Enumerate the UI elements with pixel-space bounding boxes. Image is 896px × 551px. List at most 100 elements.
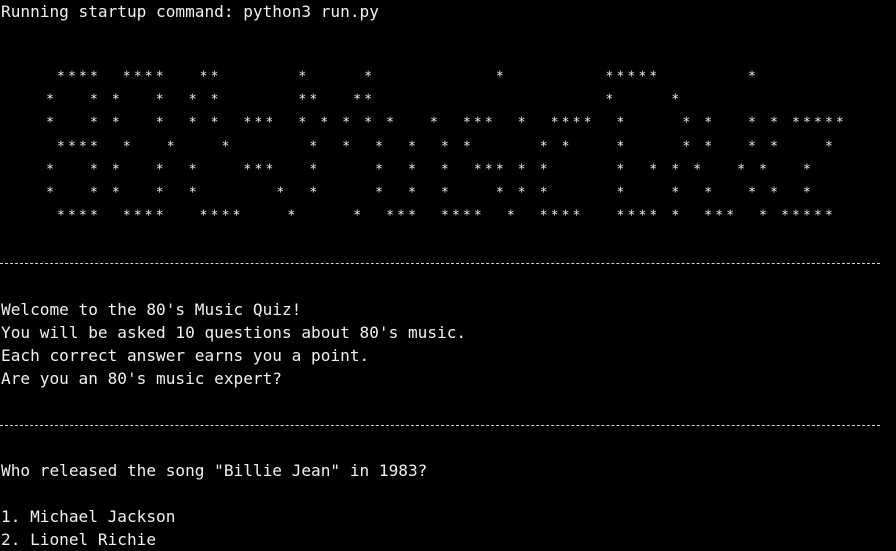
ascii-art-star: * xyxy=(824,208,833,224)
ascii-art-star: * xyxy=(265,115,274,131)
ascii-art-star: * xyxy=(462,208,471,224)
ascii-art-star: * xyxy=(254,162,263,178)
answer-option-1: 1. Michael Jackson xyxy=(1,507,176,526)
ascii-art-star: * xyxy=(671,162,680,178)
ascii-art-star: * xyxy=(89,208,98,224)
ascii-art-star: * xyxy=(375,162,384,178)
ascii-art-star: * xyxy=(440,208,449,224)
quiz-question: Who released the song "Billie Jean" in 1… xyxy=(1,461,428,480)
ascii-art-star: * xyxy=(243,115,252,131)
ascii-art-star: * xyxy=(440,185,449,201)
ascii-art-star: * xyxy=(693,162,702,178)
ascii-art-star: * xyxy=(803,208,811,224)
ascii-art-star: * xyxy=(484,115,493,131)
ascii-art-star: * xyxy=(298,69,307,85)
ascii-art-star: * xyxy=(813,208,822,224)
ascii-art-star: * xyxy=(188,92,197,108)
ascii-art-star: * xyxy=(309,92,318,108)
ascii-art-star: * xyxy=(715,208,724,224)
ascii-art-star: * xyxy=(638,69,647,85)
ascii-art-star: * xyxy=(243,162,252,178)
ascii-art-star: * xyxy=(111,92,120,108)
ascii-art-star: * xyxy=(287,208,296,224)
ascii-art-star: * xyxy=(550,115,559,131)
intro-line-expert: Are you an 80's music expert? xyxy=(1,369,282,388)
ascii-art-star: * xyxy=(671,208,680,224)
ascii-art-star: * xyxy=(781,208,789,224)
ascii-art-star: * xyxy=(188,162,197,178)
ascii-art-star: * xyxy=(561,208,570,224)
ascii-art-star: * xyxy=(616,208,625,224)
ascii-art-star: * xyxy=(813,115,822,131)
ascii-art-star: * xyxy=(408,208,416,224)
ascii-art-star: * xyxy=(199,69,208,85)
ascii-art-star: * xyxy=(704,115,713,131)
ascii-art-star: * xyxy=(342,139,351,155)
ascii-art-star: * xyxy=(386,208,394,224)
ascii-art-star: * xyxy=(144,208,153,224)
ascii-art-star: * xyxy=(539,139,548,155)
ascii-art-star: * xyxy=(824,139,833,155)
ascii-art-star: * xyxy=(627,69,636,85)
ascii-art-star: * xyxy=(155,162,164,178)
ascii-art-star: * xyxy=(430,115,438,131)
ascii-art-star: * xyxy=(221,208,230,224)
ascii-art-star: * xyxy=(649,69,658,85)
ascii-art-star: * xyxy=(835,115,844,131)
ascii-art-star: * xyxy=(309,162,318,178)
ascii-art-star: * xyxy=(89,162,98,178)
ascii-art-star: * xyxy=(46,115,54,131)
ascii-art-star: * xyxy=(122,139,131,155)
ascii-art-star: * xyxy=(473,208,482,224)
ascii-art-star: * xyxy=(484,162,493,178)
separator-line-bottom xyxy=(0,425,880,427)
ascii-art-star: * xyxy=(495,162,504,178)
ascii-art-star: * xyxy=(397,208,405,224)
ascii-art-star: * xyxy=(616,139,625,155)
ascii-art-star: * xyxy=(68,208,76,224)
ascii-art-star: * xyxy=(122,69,131,85)
ascii-art-star: * xyxy=(408,139,416,155)
ascii-art-star: * xyxy=(78,208,87,224)
ascii-art-star: * xyxy=(364,69,373,85)
ascii-art-star: * xyxy=(133,69,142,85)
ascii-art-star: * xyxy=(561,115,570,131)
ascii-art-star: * xyxy=(89,115,98,131)
ascii-art-star: * xyxy=(605,92,614,108)
ascii-art-star: * xyxy=(561,139,570,155)
ascii-art-star: * xyxy=(539,185,548,201)
ascii-art-star: * xyxy=(375,139,384,155)
ascii-art-star: * xyxy=(671,92,680,108)
ascii-art-star: * xyxy=(144,69,153,85)
ascii-art-star: * xyxy=(737,162,746,178)
ascii-art-star: * xyxy=(770,115,778,131)
ascii-art-star: * xyxy=(221,139,230,155)
ascii-art-star: * xyxy=(517,115,526,131)
ascii-art-star: * xyxy=(616,69,625,85)
ascii-art-star: * xyxy=(57,208,65,224)
ascii-art-star: * xyxy=(210,92,219,108)
ascii-art-star: * xyxy=(704,139,713,155)
ascii-art-star: * xyxy=(726,208,735,224)
ascii-art-star: * xyxy=(408,185,416,201)
ascii-art-star: * xyxy=(57,69,65,85)
ascii-art-star: * xyxy=(770,185,778,201)
ascii-art-star: * xyxy=(188,185,197,201)
ascii-art-star: * xyxy=(539,208,548,224)
terminal-window[interactable]: Running startup command: python3 run.py … xyxy=(0,0,896,551)
ascii-art-star: * xyxy=(46,185,54,201)
ascii-art-star: * xyxy=(759,162,767,178)
ascii-art-star: * xyxy=(166,139,175,155)
ascii-art-star: * xyxy=(210,69,219,85)
ascii-art-star: * xyxy=(155,115,164,131)
ascii-art-star: * xyxy=(473,162,482,178)
ascii-art-star: * xyxy=(792,115,800,131)
ascii-art-star: * xyxy=(232,208,241,224)
startup-command-line: Running startup command: python3 run.py xyxy=(1,2,379,21)
ascii-art-star: * xyxy=(770,139,778,155)
ascii-art-star: * xyxy=(539,162,548,178)
ascii-art-star: * xyxy=(440,139,449,155)
ascii-art-star: * xyxy=(440,162,449,178)
ascii-art-star: * xyxy=(68,139,76,155)
ascii-art-star: * xyxy=(605,69,614,85)
